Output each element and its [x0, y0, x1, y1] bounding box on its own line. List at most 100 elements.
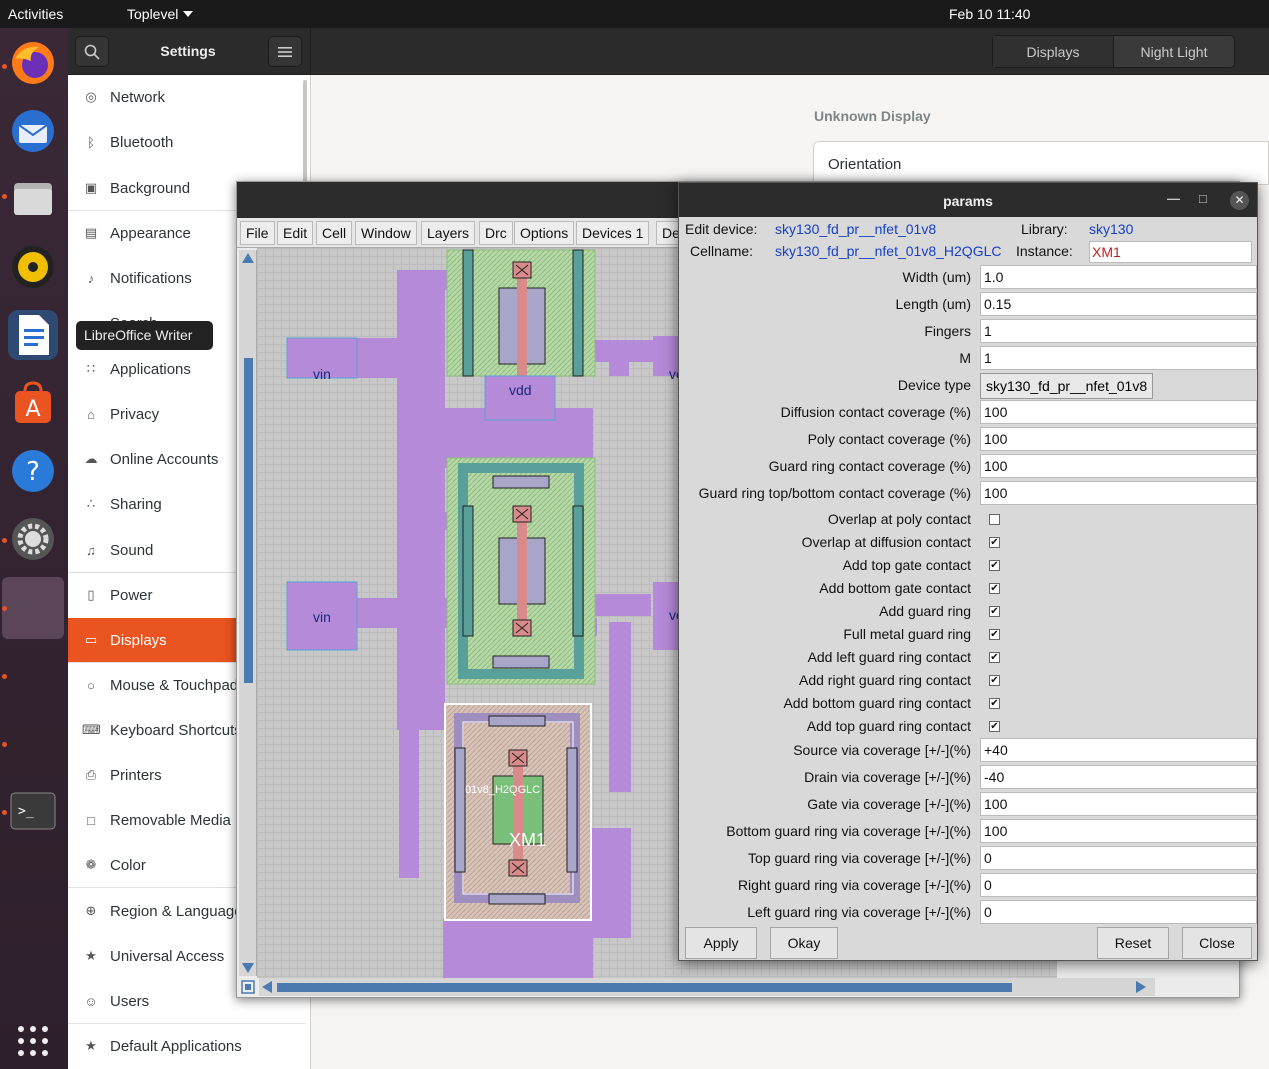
reset-button[interactable]: Reset	[1097, 927, 1169, 959]
add-top-gate-contact-checkbox[interactable]: ✔	[989, 560, 1000, 571]
cellname-label: Cellname:	[690, 243, 754, 259]
edit-device-label: Edit device:	[685, 221, 758, 237]
horizontal-scroll-thumb[interactable]	[277, 983, 1012, 992]
add-right-guard-ring-contact-checkbox[interactable]: ✔	[989, 675, 1000, 686]
guard-ring-contact-coverage-field[interactable]: 100	[980, 454, 1257, 478]
vertical-scroll-thumb[interactable]	[244, 358, 253, 683]
sidebar-item-default-applications[interactable]: ★ Default Applications	[68, 1024, 306, 1068]
param-label: Fingers	[924, 323, 971, 339]
menu-window[interactable]: Window	[355, 221, 417, 245]
zoom-box-icon[interactable]	[241, 980, 255, 994]
add-bottom-guard-ring-contact-checkbox[interactable]: ✔	[989, 698, 1000, 709]
sidebar-item-label: Color	[110, 856, 146, 874]
software-center-icon[interactable]: A	[8, 378, 58, 428]
right-guard-ring-via-coverage-field[interactable]: 0	[980, 873, 1257, 897]
terminal-icon[interactable]: >_	[8, 786, 58, 836]
m-field[interactable]: 1	[980, 346, 1257, 370]
param-label: Poly contact coverage (%)	[807, 431, 971, 447]
sidebar-item-label: Mouse & Touchpad	[110, 676, 239, 694]
app-menu[interactable]: Toplevel	[127, 6, 194, 22]
add-guard-ring-checkbox[interactable]: ✔	[989, 606, 1000, 617]
settings-gear-icon[interactable]	[8, 514, 58, 564]
diffusion-contact-coverage-field[interactable]: 100	[980, 400, 1257, 424]
maximize-icon[interactable]: □	[1199, 191, 1207, 206]
app-grid-icon[interactable]	[8, 1016, 58, 1066]
param-label: Add top gate contact	[842, 557, 971, 573]
param-label: Overlap at poly contact	[827, 511, 971, 527]
overlap-at-diffusion-contact-checkbox[interactable]: ✔	[989, 537, 1000, 548]
okay-button[interactable]: Okay	[770, 927, 838, 959]
tab-displays[interactable]: Displays	[993, 36, 1113, 67]
apply-button[interactable]: Apply	[685, 927, 757, 959]
search-button[interactable]	[75, 36, 109, 67]
width-um-field[interactable]: 1.0	[980, 265, 1257, 289]
bottom-guard-ring-via-coverage-field[interactable]: 100	[980, 819, 1257, 843]
menu-edit[interactable]: Edit	[277, 221, 314, 245]
menu-file[interactable]: File	[240, 221, 275, 245]
pin-label-vin-top: vin	[313, 366, 331, 382]
grid-icon: ∷	[86, 361, 96, 376]
star-icon: ★	[85, 1038, 97, 1053]
menu-options[interactable]: Options	[514, 221, 575, 245]
sidebar-item-label: Region & Language	[110, 902, 243, 920]
tab-night-light[interactable]: Night Light	[1113, 36, 1234, 67]
poly-contact-coverage-field[interactable]: 100	[980, 427, 1257, 451]
dock-tooltip: LibreOffice Writer	[76, 321, 213, 350]
running-indicator	[2, 538, 7, 543]
close-icon[interactable]: ✕	[1230, 191, 1249, 210]
horizontal-scrollbar[interactable]	[259, 978, 1155, 996]
param-label: Diffusion contact coverage (%)	[780, 404, 971, 420]
vertical-scrollbar[interactable]	[239, 250, 257, 976]
clock[interactable]: Feb 10 11:40	[949, 6, 1030, 22]
top-guard-ring-via-coverage-field[interactable]: 0	[980, 846, 1257, 870]
printer-icon: ⎙	[85, 767, 97, 782]
full-metal-guard-ring-checkbox[interactable]: ✔	[989, 629, 1000, 640]
users-icon: ☺	[84, 993, 98, 1009]
menu-drc[interactable]: Drc	[479, 221, 513, 245]
params-titlebar[interactable]: params — □ ✕	[679, 183, 1257, 217]
libreoffice-writer-icon[interactable]	[8, 310, 58, 360]
minimize-icon[interactable]: —	[1167, 191, 1180, 206]
rhythmbox-icon[interactable]	[8, 242, 58, 292]
firefox-icon[interactable]	[8, 38, 58, 88]
param-label: Guard ring contact coverage (%)	[768, 458, 971, 474]
device-type-button[interactable]: sky130_fd_pr__nfet_01v8	[980, 373, 1154, 399]
param-label: Device type	[897, 377, 971, 393]
left-guard-ring-via-coverage-field[interactable]: 0	[980, 900, 1257, 924]
gate-via-coverage-field[interactable]: 100	[980, 792, 1257, 816]
sidebar-item-network[interactable]: ◎ Network	[68, 75, 306, 119]
fingers-field[interactable]: 1	[980, 319, 1257, 343]
instance-field[interactable]: XM1	[1089, 241, 1252, 263]
add-bottom-gate-contact-checkbox[interactable]: ✔	[989, 583, 1000, 594]
add-left-guard-ring-contact-checkbox[interactable]: ✔	[989, 652, 1000, 663]
param-label: Right guard ring via coverage [+/-](%)	[737, 877, 971, 893]
param-label: Length (um)	[895, 296, 971, 312]
sidebar-item-label: Appearance	[110, 224, 191, 242]
cloud-icon: ☁	[84, 451, 98, 466]
add-top-guard-ring-contact-checkbox[interactable]: ✔	[989, 721, 1000, 732]
param-label: Add right guard ring contact	[799, 672, 971, 688]
menu-button[interactable]	[268, 36, 302, 67]
media-icon: □	[87, 812, 95, 828]
thunderbird-icon[interactable]	[8, 106, 58, 156]
sidebar-item-bluetooth[interactable]: ᛒ Bluetooth	[68, 120, 306, 164]
close-button[interactable]: Close	[1182, 927, 1252, 959]
help-icon[interactable]: ?	[8, 446, 58, 496]
overlap-at-poly-contact-checkbox[interactable]	[989, 514, 1000, 525]
sidebar-item-label: Applications	[110, 360, 191, 378]
drain-via-coverage-field[interactable]: -40	[980, 765, 1257, 789]
sidebar-item-label: Online Accounts	[110, 450, 219, 468]
menu-devices-1[interactable]: Devices 1	[576, 221, 650, 245]
param-label: Add guard ring	[879, 603, 971, 619]
cellname-value: sky130_fd_pr__nfet_01v8_H2QGLC	[775, 243, 1002, 259]
source-via-coverage-field[interactable]: +40	[980, 738, 1257, 762]
menu-layers[interactable]: Layers	[421, 221, 476, 245]
menu-cell[interactable]: Cell	[316, 221, 353, 245]
files-icon[interactable]	[8, 174, 58, 224]
length-um-field[interactable]: 0.15	[980, 292, 1257, 316]
guard-ring-top-bottom-contact-coverage-field[interactable]: 100	[980, 481, 1257, 505]
sidebar-item-label: Sharing	[110, 495, 162, 513]
mouse-icon: ○	[87, 677, 95, 693]
activities-button[interactable]: Activities	[8, 6, 63, 22]
param-label: Overlap at diffusion contact	[801, 534, 971, 550]
